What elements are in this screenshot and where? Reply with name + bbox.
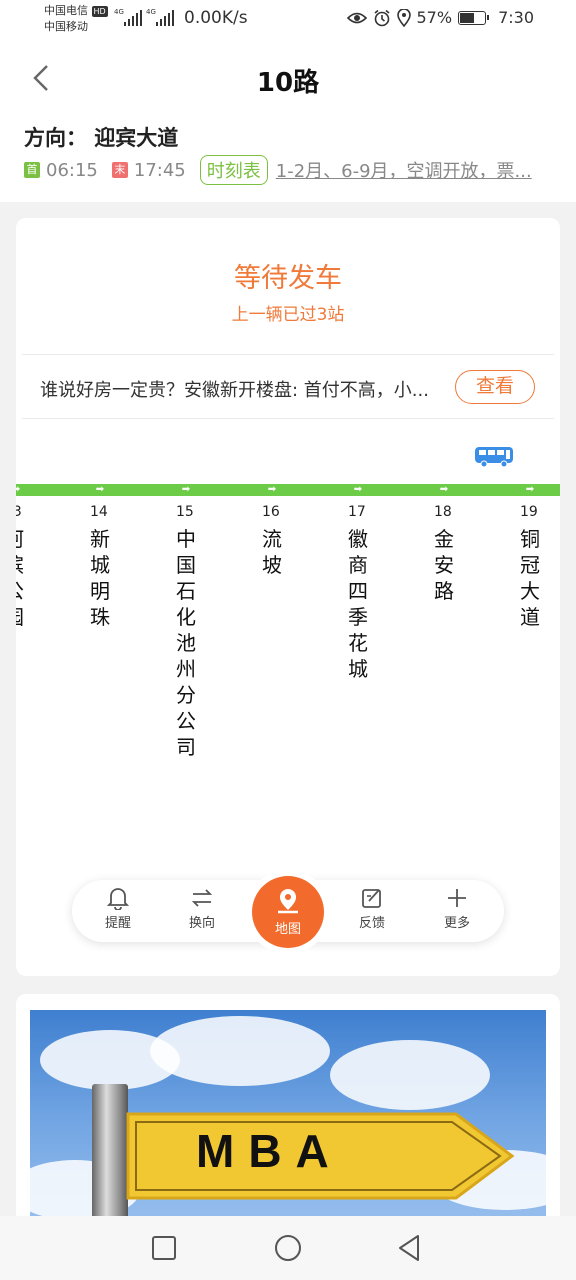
direction-arrow-icon: ➡ xyxy=(525,484,535,495)
page-title: 10路 xyxy=(256,68,320,98)
status-subtitle: 上一辆已过3站 xyxy=(231,305,345,325)
direction-arrow-icon: ➡ xyxy=(439,484,449,495)
battery-icon xyxy=(458,10,490,25)
net-type-1: 4G xyxy=(114,8,124,16)
cloud xyxy=(150,1016,330,1086)
app-root: 中国电信 HD 中国移动 4G 4G 0.00K/s 57% 7:30 10路 … xyxy=(0,0,576,1280)
stop-item[interactable]: 18 金安路 xyxy=(434,504,464,604)
direction-label: 方向： 迎宾大道 xyxy=(24,126,179,150)
more-label: 更多 xyxy=(443,916,470,931)
stop-item[interactable]: 19 铜冠大道 xyxy=(520,504,550,630)
stop-number: 14 xyxy=(90,504,108,520)
stop-number: 13 xyxy=(16,504,22,520)
location-icon xyxy=(396,8,411,27)
carrier-2: 中国移动 xyxy=(44,20,88,33)
direction-arrow-icon: ➡ xyxy=(181,484,191,495)
more-button[interactable]: 更多 xyxy=(427,886,487,931)
switch-label: 换向 xyxy=(188,916,215,931)
stop-name: 中国石化池州分公司 xyxy=(176,527,196,759)
feedback-button[interactable]: 反馈 xyxy=(342,886,402,931)
status-title: 等待发车 xyxy=(234,263,342,294)
stop-name: 金安路 xyxy=(434,527,454,603)
route-header: 10路 方向： 迎宾大道 首 06:15 末 17:45 时刻表 1-2月、6-… xyxy=(0,40,576,202)
stop-item[interactable]: 16 流坡 xyxy=(262,504,292,578)
last-bus-tag: 末 xyxy=(111,162,128,178)
signal-icon: 4G xyxy=(114,8,142,26)
net-type-2: 4G xyxy=(146,8,156,16)
bell-icon xyxy=(107,888,129,910)
carrier-1: 中国电信 xyxy=(44,4,88,17)
hd-badge: HD xyxy=(91,5,108,17)
signal-icon-2: 4G xyxy=(146,8,174,26)
remind-button[interactable]: 提醒 xyxy=(88,886,148,931)
map-label: 地图 xyxy=(274,922,301,937)
sign-text: MBA xyxy=(196,1125,343,1177)
schedule-button[interactable]: 时刻表 xyxy=(199,155,268,185)
stop-name: 河滨公园 xyxy=(16,526,26,630)
alarm-icon xyxy=(373,9,390,26)
recent-apps-icon[interactable] xyxy=(148,1232,180,1264)
service-times: 首 06:15 末 17:45 时刻表 1-2月、6-9月，空调开放，票... xyxy=(24,154,532,186)
direction-arrow-icon: ➡ xyxy=(267,484,277,495)
eye-icon xyxy=(346,12,367,23)
stop-number: 19 xyxy=(520,504,538,520)
stop-item[interactable]: 15 中国石化池州分公司 xyxy=(176,504,206,760)
status-right: 57% 7:30 xyxy=(346,8,534,27)
net-speed: 0.00K/s xyxy=(184,8,248,28)
battery-percent: 57% xyxy=(416,8,453,27)
route-card: 等待发车 上一辆已过3站 谁说好房一定贵？安徽新开楼盘: 首付不高，小... 查… xyxy=(16,218,560,976)
promo-image[interactable]: MBA xyxy=(30,1010,546,1234)
clock: 7:30 xyxy=(498,8,534,27)
feedback-label: 反馈 xyxy=(358,916,385,931)
stop-number: 15 xyxy=(176,504,194,520)
switch-direction-button[interactable]: 换向 xyxy=(172,886,232,931)
edit-icon xyxy=(362,889,381,908)
first-bus-time: 06:15 xyxy=(46,159,98,181)
swap-icon xyxy=(191,889,213,907)
stop-name: 新城明珠 xyxy=(90,527,110,629)
cloud xyxy=(330,1040,490,1110)
stop-name: 铜冠大道 xyxy=(520,527,540,629)
direction-arrow-icon: ➡ xyxy=(353,484,363,495)
stop-number: 17 xyxy=(348,504,366,520)
last-bus-time: 17:45 xyxy=(133,159,186,181)
first-bus-tag: 首 xyxy=(24,162,40,178)
bus-icon[interactable] xyxy=(474,446,514,468)
plus-icon xyxy=(448,889,466,907)
remind-label: 提醒 xyxy=(104,916,131,931)
view-ad-button[interactable]: 查看 xyxy=(455,370,535,404)
promo-card[interactable]: MBA xyxy=(16,994,560,1234)
stop-name: 流坡 xyxy=(262,527,282,577)
stop-item[interactable]: 14 新城明珠 xyxy=(90,504,120,630)
divider xyxy=(22,418,554,419)
stop-number: 16 xyxy=(262,504,280,520)
direction-arrow-icon: ➡ xyxy=(16,484,22,496)
carrier-info: 中国电信 HD 中国移动 xyxy=(44,3,108,35)
direction-arrow-icon: ➡ xyxy=(95,484,105,495)
back-icon[interactable] xyxy=(394,1232,426,1264)
stop-item[interactable]: 17 徽商四季花城 xyxy=(348,504,378,682)
route-notice-link[interactable]: 1-2月、6-9月，空调开放，票... xyxy=(276,157,532,183)
stop-name: 徽商四季花城 xyxy=(348,527,368,681)
stop-number: 18 xyxy=(434,504,452,520)
sign-pole xyxy=(92,1084,128,1234)
status-bar: 中国电信 HD 中国移动 4G 4G 0.00K/s 57% 7:30 xyxy=(0,0,576,40)
stop-item[interactable]: 13 河滨公园 xyxy=(16,504,34,630)
divider xyxy=(22,354,554,355)
system-nav-bar xyxy=(0,1216,576,1280)
home-icon[interactable] xyxy=(272,1232,304,1264)
map-pin-icon xyxy=(278,889,298,914)
ad-banner-text[interactable]: 谁说好房一定贵？安徽新开楼盘: 首付不高，小... xyxy=(40,376,450,402)
map-button[interactable]: 地图 xyxy=(252,876,324,948)
